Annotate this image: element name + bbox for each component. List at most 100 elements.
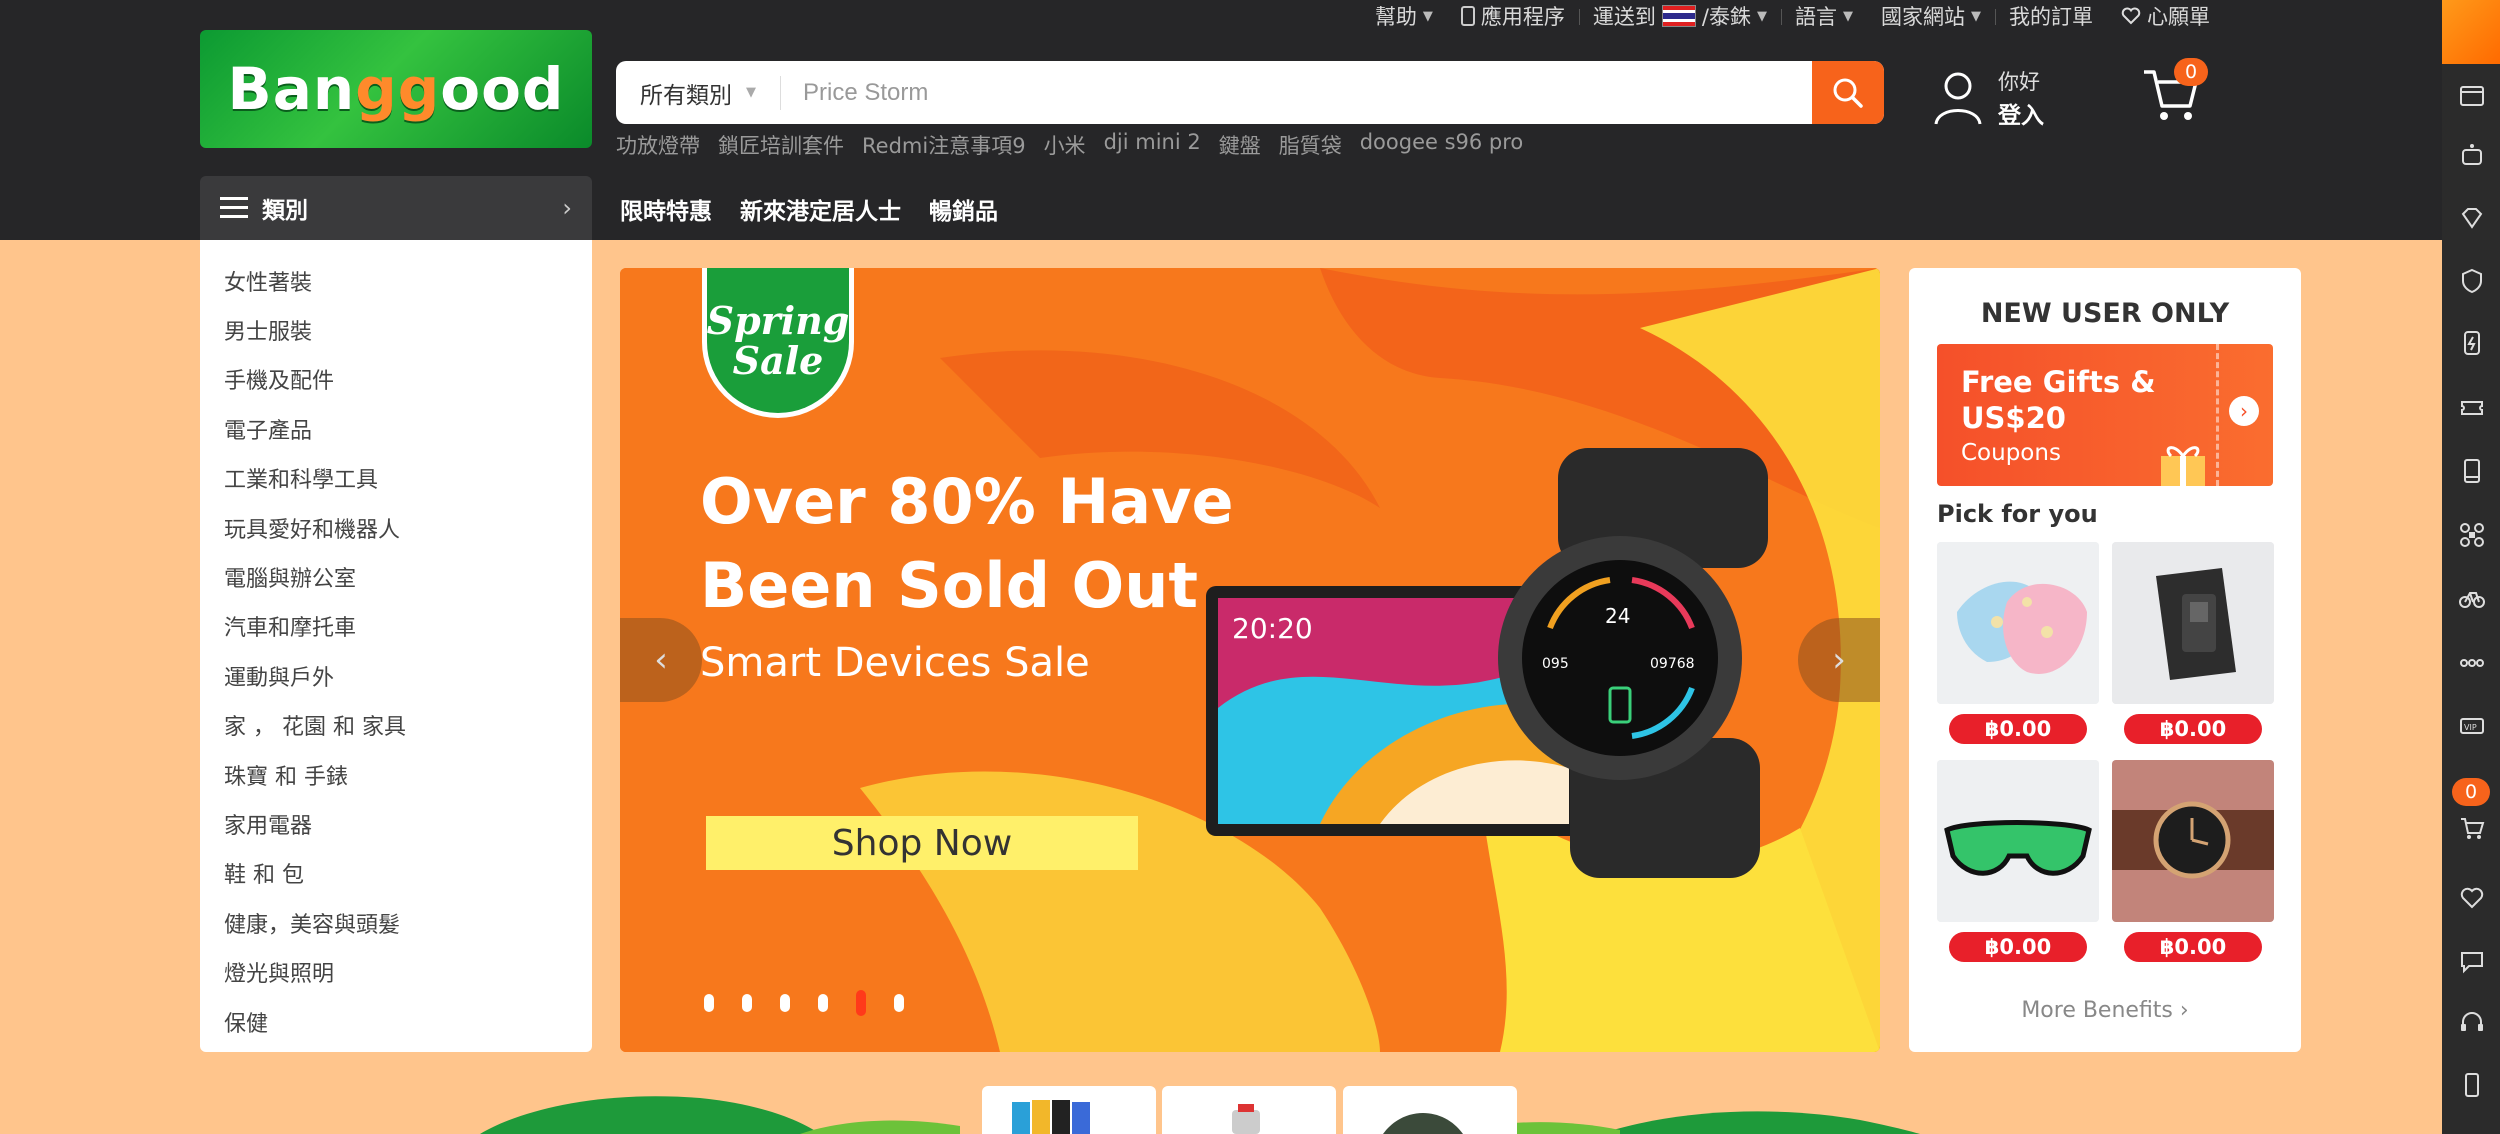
- more-icon[interactable]: [2459, 650, 2485, 676]
- headline-line-1: Over 80% Have: [700, 465, 1234, 538]
- slide-dot[interactable]: [894, 994, 904, 1012]
- drone-icon[interactable]: [2459, 522, 2485, 548]
- slide-dot[interactable]: [742, 994, 752, 1012]
- category-item[interactable]: 女性著裝: [200, 256, 592, 305]
- tips-icon[interactable]: [2459, 82, 2485, 108]
- mobile-icon[interactable]: [2459, 458, 2485, 484]
- slide-dot[interactable]: [818, 994, 828, 1012]
- category-item[interactable]: 電子產品: [200, 404, 592, 453]
- rail-heart-icon[interactable]: [2459, 885, 2485, 911]
- app-download-icon[interactable]: [2459, 1072, 2485, 1098]
- help-label: 幫助: [1374, 5, 1417, 29]
- hotword-link[interactable]: doogee s96 pro: [1360, 130, 1524, 160]
- search-icon: [1833, 78, 1863, 108]
- caret-down-icon: ▼: [746, 85, 756, 100]
- category-item[interactable]: 珠寶 和 手錶: [200, 750, 592, 799]
- category-item[interactable]: 男士服裝: [200, 305, 592, 354]
- category-item[interactable]: 保健: [200, 997, 592, 1046]
- login-link[interactable]: 登入: [1998, 96, 2044, 130]
- top-utility-bar: 幫助 ▼ 應用程序 運送到/泰銖 ▼ 語言 ▼ 國家網站 ▼ 我的訂單 心願單: [1361, 0, 2224, 32]
- tablet-clock: 20:20: [1232, 612, 1313, 645]
- help-menu[interactable]: 幫助 ▼: [1361, 1, 1447, 31]
- logo-text-c: ood: [440, 55, 565, 123]
- wishlist-link[interactable]: 心願單: [2107, 1, 2224, 31]
- nav-flash-deals[interactable]: 限時特惠: [620, 192, 712, 226]
- banner-pagination: [704, 990, 904, 1016]
- robot-icon[interactable]: [2459, 142, 2485, 168]
- logo-wordmark: Banggood: [228, 55, 565, 123]
- hotword-link[interactable]: 鍵盤: [1219, 130, 1261, 160]
- promo-tile[interactable]: [1343, 1086, 1517, 1134]
- hotword-link[interactable]: Redmi注意事項9: [862, 130, 1026, 160]
- category-menu-toggle[interactable]: 類別 ›: [200, 176, 592, 240]
- phones-thumbnail: [1012, 1100, 1090, 1134]
- my-orders-label: 我的訂單: [2009, 5, 2093, 29]
- vip-icon[interactable]: VIP: [2459, 713, 2485, 739]
- flash-icon[interactable]: [2459, 330, 2485, 356]
- category-item[interactable]: 燈光與照明: [200, 947, 592, 996]
- product-card[interactable]: ฿0.00: [2112, 760, 2274, 962]
- nav-new-arrivals[interactable]: 新來港定居人士: [740, 192, 901, 226]
- cart-button[interactable]: 0: [2140, 58, 2208, 130]
- search-input[interactable]: [781, 78, 1812, 107]
- banner-next-button[interactable]: ›: [1798, 618, 1880, 702]
- banggood-logo[interactable]: Banggood: [200, 30, 592, 148]
- category-item[interactable]: 玩具愛好和機器人: [200, 503, 592, 552]
- hotword-link[interactable]: 小米: [1044, 130, 1086, 160]
- language-menu[interactable]: 語言 ▼: [1781, 1, 1867, 31]
- ship-to-menu[interactable]: 運送到/泰銖 ▼: [1578, 1, 1781, 31]
- category-item[interactable]: 手機及配件: [200, 355, 592, 404]
- ticket-icon[interactable]: [2459, 395, 2485, 421]
- hero-banner[interactable]: 20:20 24 095 09768 Spring Sale Over 80% …: [620, 268, 1880, 1052]
- slide-dot-active[interactable]: [856, 990, 866, 1016]
- shield-download-icon[interactable]: [2459, 268, 2485, 294]
- slide-dot[interactable]: [780, 994, 790, 1012]
- more-benefits-link[interactable]: More Benefits ›: [1909, 998, 2301, 1023]
- category-item[interactable]: 運動與戶外: [200, 651, 592, 700]
- search-button[interactable]: [1812, 61, 1884, 124]
- product-price: ฿0.00: [1949, 932, 2087, 962]
- category-item[interactable]: 健康，美容與頭髮: [200, 898, 592, 947]
- country-site-menu[interactable]: 國家網站 ▼: [1867, 1, 1995, 31]
- badge-line-2: Sale: [732, 337, 824, 383]
- rail-promo-corner[interactable]: [2442, 0, 2500, 64]
- banner-headline: Over 80% Have Been Sold Out: [700, 460, 1234, 628]
- category-item[interactable]: 家 ， 花園 和 家具: [200, 701, 592, 750]
- nav-best-sellers[interactable]: 暢銷品: [929, 192, 998, 226]
- chat-icon[interactable]: [2459, 948, 2485, 974]
- product-card[interactable]: ฿0.00: [1937, 760, 2099, 962]
- product-card[interactable]: ฿0.00: [2112, 542, 2274, 744]
- gift-icon: [2161, 446, 2205, 486]
- promo-tile[interactable]: [982, 1086, 1156, 1134]
- hotword-link[interactable]: 脂質袋: [1279, 130, 1342, 160]
- promo-tile[interactable]: [1162, 1086, 1336, 1134]
- bicycle-icon[interactable]: [2459, 585, 2485, 611]
- hotword-link[interactable]: 功放燈帶: [616, 130, 700, 160]
- language-label: 語言: [1795, 5, 1837, 29]
- diamond-icon[interactable]: [2459, 205, 2485, 231]
- support-headset-icon[interactable]: [2459, 1010, 2485, 1036]
- hotword-link[interactable]: 鎖匠培訓套件: [718, 130, 844, 160]
- coupon-banner[interactable]: Free Gifts & US$20 Coupons ›: [1937, 344, 2273, 486]
- category-item[interactable]: 家用電器: [200, 799, 592, 848]
- banner-prev-button[interactable]: ‹: [620, 618, 702, 702]
- coupon-arrow-icon[interactable]: ›: [2229, 396, 2259, 426]
- main-nav: 限時特惠 新來港定居人士 暢銷品: [620, 192, 998, 226]
- account-login[interactable]: 你好 登入: [1932, 66, 2044, 130]
- category-item[interactable]: 工業和科學工具: [200, 454, 592, 503]
- search-category-select[interactable]: 所有類別 ▼: [616, 75, 781, 110]
- hotword-link[interactable]: dji mini 2: [1104, 130, 1201, 160]
- category-item[interactable]: 電腦與辦公室: [200, 552, 592, 601]
- category-item[interactable]: 汽車和摩托車: [200, 602, 592, 651]
- heart-icon: [2121, 7, 2141, 25]
- slide-dot[interactable]: [704, 994, 714, 1012]
- my-orders-link[interactable]: 我的訂單: [1995, 1, 2107, 31]
- shop-now-button[interactable]: Shop Now: [706, 816, 1138, 870]
- category-item[interactable]: 鞋 和 包: [200, 849, 592, 898]
- right-side-rail: VIP 0: [2442, 0, 2500, 1134]
- rail-cart-icon[interactable]: [2459, 815, 2485, 841]
- app-link[interactable]: 應用程序: [1447, 1, 1579, 31]
- product-image-switch: [2112, 542, 2274, 704]
- product-card[interactable]: ฿0.00: [1937, 542, 2099, 744]
- bottle-thumbnail: [1232, 1104, 1260, 1134]
